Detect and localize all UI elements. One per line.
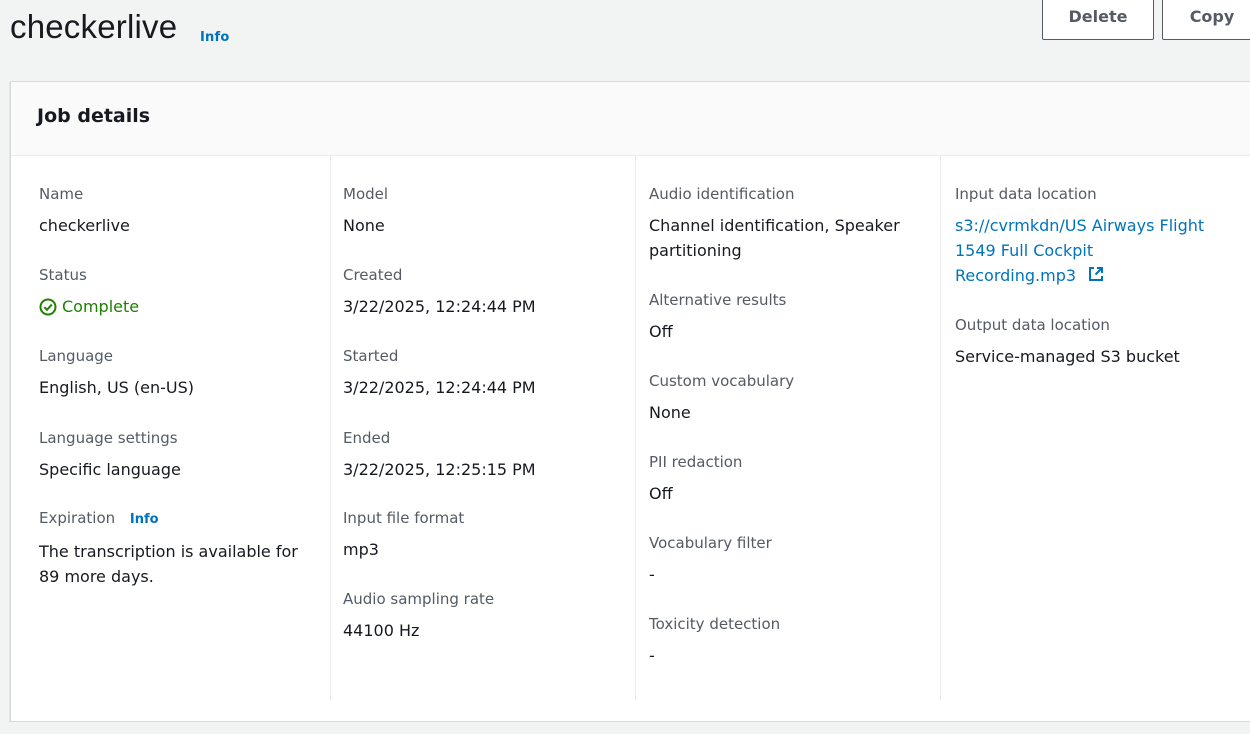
vocabulary-filter-value: - — [649, 565, 655, 584]
field-language: Language English, US (en-US) — [39, 346, 319, 400]
ended-value: 3/22/2025, 12:25:15 PM — [343, 460, 536, 479]
page-title-text: checkerlive — [10, 8, 178, 45]
page-title: checkerlive Info — [10, 8, 229, 46]
toxicity-detection-value: - — [649, 646, 655, 665]
field-pii-redaction: PII redaction Off — [649, 452, 930, 506]
input-location-line-2[interactable]: 1549 Full Cockpit — [955, 238, 1242, 263]
field-vocabulary-filter: Vocabulary filter - — [649, 533, 930, 587]
panel-header: Job details — [11, 82, 1250, 156]
status-text: Complete — [62, 297, 140, 316]
details-column-4: Input data location s3://cvrmkdn/US Airw… — [940, 156, 1250, 700]
language-value: English, US (en-US) — [39, 378, 195, 397]
field-ended: Ended 3/22/2025, 12:25:15 PM — [343, 428, 625, 482]
created-value: 3/22/2025, 12:24:44 PM — [343, 297, 536, 316]
field-status: Status Complete — [39, 265, 319, 319]
alternative-results-label: Alternative results — [649, 291, 787, 309]
input-format-value: mp3 — [343, 540, 379, 559]
pii-redaction-value: Off — [649, 484, 673, 503]
input-location-link[interactable]: s3://cvrmkdn/US Airways Flight 1549 Full… — [955, 213, 1242, 290]
language-label: Language — [39, 347, 114, 365]
custom-vocabulary-label: Custom vocabulary — [649, 372, 795, 390]
field-expiration: Expiration Info The transcription is ava… — [39, 508, 319, 589]
created-label: Created — [343, 266, 403, 284]
pii-redaction-label: PII redaction — [649, 453, 743, 471]
expiration-line-2: 89 more days. — [39, 567, 154, 586]
details-column-2: Model None Created 3/22/2025, 12:24:44 P… — [330, 156, 635, 700]
details-column-3: Audio identification Channel identificat… — [635, 156, 940, 700]
input-format-label: Input file format — [343, 509, 465, 527]
language-settings-value: Specific language — [39, 460, 181, 479]
job-details-panel: Job details Name checkerlive Status Comp… — [10, 81, 1250, 722]
field-output-location: Output data location Service-managed S3 … — [955, 315, 1242, 369]
field-created: Created 3/22/2025, 12:24:44 PM — [343, 265, 625, 319]
expiration-label: Expiration Info — [39, 508, 319, 530]
external-link-icon[interactable] — [1087, 265, 1105, 290]
language-settings-label: Language settings — [39, 429, 178, 447]
audio-identification-label: Audio identification — [649, 185, 795, 203]
vocabulary-filter-label: Vocabulary filter — [649, 534, 772, 552]
name-label: Name — [39, 185, 84, 203]
copy-button[interactable]: Copy — [1162, 0, 1250, 40]
check-circle-icon — [39, 298, 57, 316]
model-label: Model — [343, 185, 389, 203]
name-value: checkerlive — [39, 216, 130, 235]
expiration-info-link[interactable]: Info — [130, 512, 159, 527]
sampling-rate-value: 44100 Hz — [343, 621, 420, 640]
field-input-location: Input data location s3://cvrmkdn/US Airw… — [955, 184, 1242, 290]
field-model: Model None — [343, 184, 625, 238]
field-name: Name checkerlive — [39, 184, 319, 238]
sampling-rate-label: Audio sampling rate — [343, 590, 495, 608]
field-toxicity-detection: Toxicity detection - — [649, 614, 930, 668]
input-location-label: Input data location — [955, 185, 1097, 203]
expiration-line-1: The transcription is available for — [39, 542, 298, 561]
started-value: 3/22/2025, 12:24:44 PM — [343, 378, 536, 397]
audio-identification-line-1: Channel identification, Speaker — [649, 216, 900, 235]
field-custom-vocabulary: Custom vocabulary None — [649, 371, 930, 425]
output-location-label: Output data location — [955, 316, 1110, 334]
expiration-label-text: Expiration — [39, 509, 116, 527]
toxicity-detection-label: Toxicity detection — [649, 615, 781, 633]
input-location-line-1[interactable]: s3://cvrmkdn/US Airways Flight — [955, 213, 1242, 238]
details-columns: Name checkerlive Status Complete Languag… — [11, 156, 1250, 700]
custom-vocabulary-value: None — [649, 403, 691, 422]
delete-button[interactable]: Delete — [1042, 0, 1154, 40]
details-column-1: Name checkerlive Status Complete Languag… — [11, 156, 329, 700]
output-location-value: Service-managed S3 bucket — [955, 347, 1180, 366]
field-input-format: Input file format mp3 — [343, 508, 625, 562]
model-value: None — [343, 216, 385, 235]
field-sampling-rate: Audio sampling rate 44100 Hz — [343, 589, 625, 643]
alternative-results-value: Off — [649, 322, 673, 341]
field-language-settings: Language settings Specific language — [39, 428, 319, 482]
input-location-line-3[interactable]: Recording.mp3 — [955, 266, 1076, 285]
field-audio-identification: Audio identification Channel identificat… — [649, 184, 930, 263]
audio-identification-line-2: partitioning — [649, 241, 742, 260]
status-value: Complete — [39, 294, 319, 319]
audio-identification-value: Channel identification, Speaker partitio… — [649, 213, 930, 263]
status-label: Status — [39, 266, 87, 284]
panel-title: Job details — [37, 105, 151, 127]
started-label: Started — [343, 347, 399, 365]
expiration-value: The transcription is available for 89 mo… — [39, 539, 319, 589]
page-header: checkerlive Info Delete Copy — [0, 0, 1250, 80]
field-alternative-results: Alternative results Off — [649, 290, 930, 344]
page-footer-space — [0, 722, 1250, 734]
ended-label: Ended — [343, 429, 391, 447]
title-info-link[interactable]: Info — [200, 30, 229, 45]
field-started: Started 3/22/2025, 12:24:44 PM — [343, 346, 625, 400]
